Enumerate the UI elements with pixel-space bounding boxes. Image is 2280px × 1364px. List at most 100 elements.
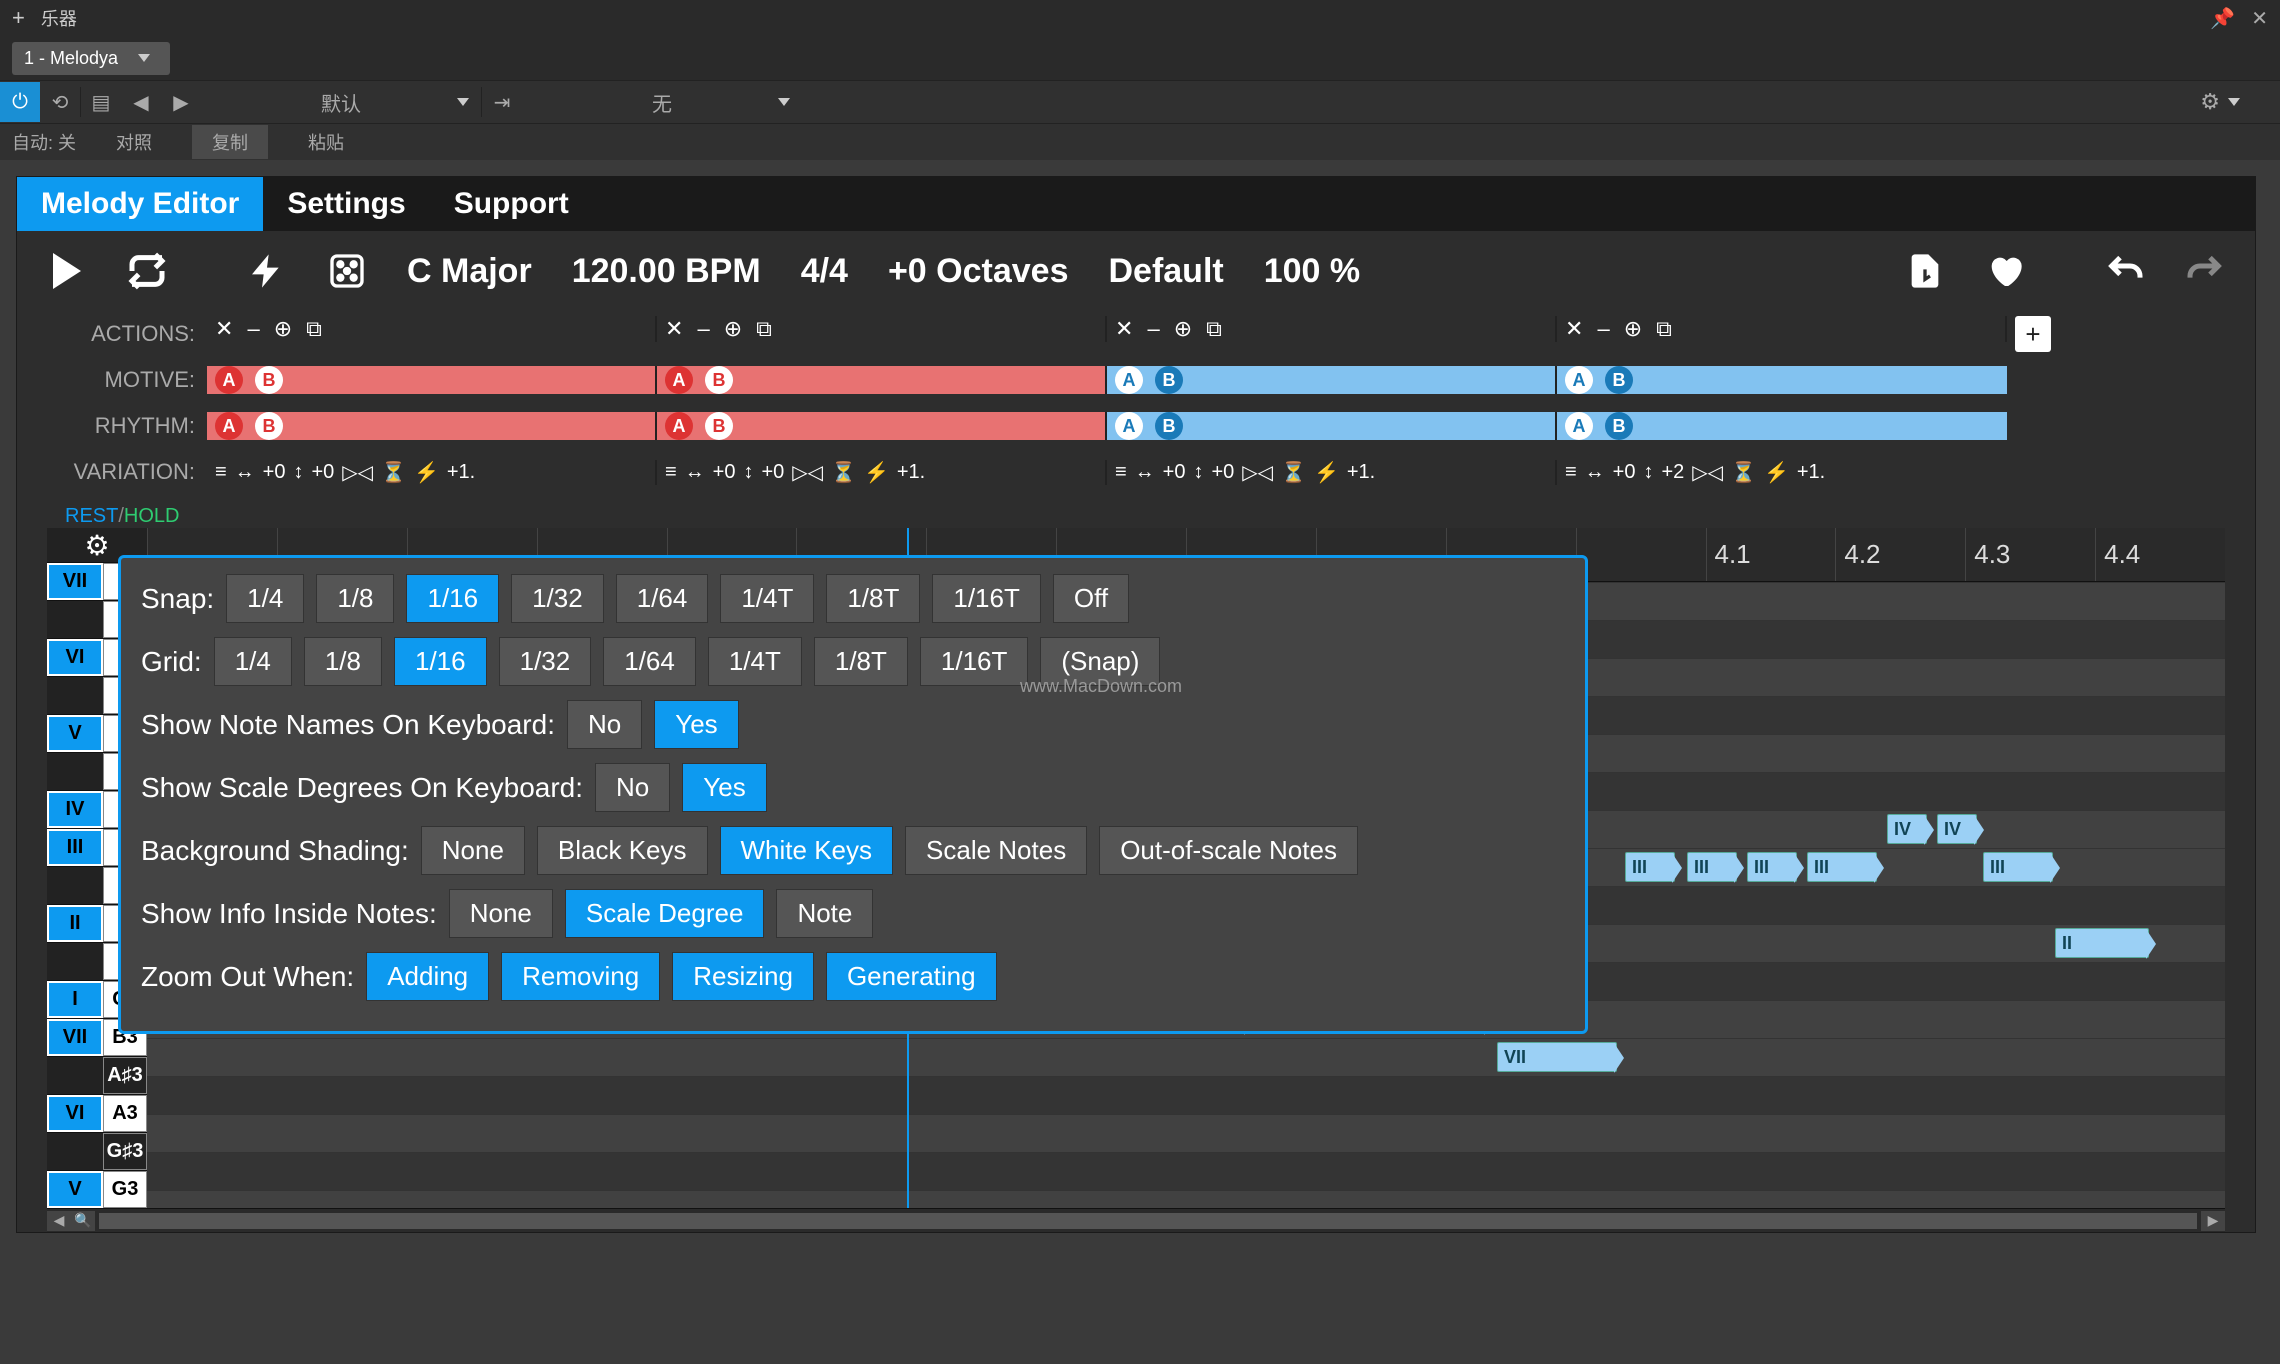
popup-option-off[interactable]: Off <box>1053 574 1129 623</box>
degree-cell[interactable]: VII <box>47 1019 103 1056</box>
note-file-icon[interactable] <box>1905 251 1945 291</box>
popup-option-1-16t[interactable]: 1/16T <box>920 637 1029 686</box>
popup-option-yes[interactable]: Yes <box>654 700 738 749</box>
copy-icon[interactable]: ⧉ <box>306 316 322 342</box>
preset-selector-2[interactable]: 无 <box>522 88 802 117</box>
degree-cell[interactable]: I <box>47 981 103 1018</box>
bolt-icon[interactable] <box>247 251 287 291</box>
degree-cell[interactable]: II <box>47 905 103 942</box>
note[interactable]: IV <box>1937 814 1977 844</box>
grid-row[interactable] <box>147 1114 2225 1152</box>
copy-button[interactable]: 复制 <box>192 125 268 159</box>
degree-cell[interactable]: V <box>47 715 103 752</box>
instrument-selector[interactable]: 1 - Melodya <box>12 42 170 75</box>
motive-block-2[interactable]: AB <box>657 366 1107 394</box>
degree-cell[interactable]: V <box>47 1171 103 1208</box>
grid-row[interactable] <box>147 1190 2225 1208</box>
horizontal-scrollbar[interactable]: ◀ 🔍 ▶ <box>47 1208 2225 1232</box>
heart-icon[interactable] <box>1985 251 2025 291</box>
close-icon[interactable]: ✕ <box>2251 6 2268 31</box>
popup-option-yes[interactable]: Yes <box>682 763 766 812</box>
popup-option-1-4[interactable]: 1/4 <box>214 637 292 686</box>
scroll-left[interactable]: ◀ <box>47 1211 71 1231</box>
popup-option-1-8t[interactable]: 1/8T <box>814 637 908 686</box>
popup-option-1-4t[interactable]: 1/4T <box>708 637 802 686</box>
popup-option-adding[interactable]: Adding <box>366 952 489 1001</box>
popup-option-1-8t[interactable]: 1/8T <box>826 574 920 623</box>
add-icon[interactable]: + <box>12 5 25 31</box>
skip-icon[interactable]: ⇥ <box>482 82 522 122</box>
popup-option-1-16[interactable]: 1/16 <box>406 574 499 623</box>
scroll-right[interactable]: ▶ <box>2201 1211 2225 1231</box>
popup-option-out-of-scale-notes[interactable]: Out-of-scale Notes <box>1099 826 1358 875</box>
preset-selector-1[interactable]: 默认 <box>201 88 481 117</box>
degree-cell[interactable]: III <box>47 829 103 866</box>
note[interactable]: VII <box>1497 1042 1617 1072</box>
key-cell[interactable]: G3 <box>103 1171 147 1208</box>
popup-option-no[interactable]: No <box>567 700 642 749</box>
octave-display[interactable]: +0 Octaves <box>888 252 1069 291</box>
play-button[interactable] <box>47 251 87 291</box>
add-block-button[interactable]: + <box>2015 316 2051 352</box>
auto-toggle[interactable]: 自动: 关 <box>12 129 76 155</box>
popup-option-1-32[interactable]: 1/32 <box>499 637 592 686</box>
page-icon[interactable]: ▤ <box>81 82 121 122</box>
bpm-display[interactable]: 120.00 BPM <box>572 252 761 291</box>
paste-button[interactable]: 粘贴 <box>308 129 344 155</box>
popup-option-none[interactable]: None <box>421 826 525 875</box>
popup-option-1-4t[interactable]: 1/4T <box>720 574 814 623</box>
tab-melody-editor[interactable]: Melody Editor <box>17 177 263 231</box>
undo-button[interactable] <box>2105 251 2145 291</box>
degree-cell[interactable] <box>47 1057 103 1094</box>
grid-row[interactable] <box>147 1152 2225 1190</box>
degree-cell[interactable]: VII <box>47 563 103 600</box>
key-cell[interactable]: A♯3 <box>103 1057 147 1094</box>
popup-option-scale-degree[interactable]: Scale Degree <box>565 889 765 938</box>
popup-option-1-64[interactable]: 1/64 <box>616 574 709 623</box>
power-button[interactable]: ⏻ <box>0 82 40 122</box>
rhythm-block-4[interactable]: AB <box>1557 412 2007 440</box>
rhythm-block-3[interactable]: AB <box>1107 412 1557 440</box>
note[interactable]: III <box>1625 852 1675 882</box>
motive-block-4[interactable]: AB <box>1557 366 2007 394</box>
popup-option-black-keys[interactable]: Black Keys <box>537 826 708 875</box>
compare-button[interactable]: 对照 <box>116 129 152 155</box>
motive-block-1[interactable]: AB <box>207 366 657 394</box>
close-icon[interactable]: ✕ <box>215 316 233 342</box>
key-cell[interactable]: A3 <box>103 1095 147 1132</box>
loop-button[interactable] <box>127 251 167 291</box>
popup-option-white-keys[interactable]: White Keys <box>720 826 894 875</box>
degree-cell[interactable] <box>47 1133 103 1170</box>
degree-cell[interactable]: VI <box>47 1095 103 1132</box>
popup-option-1-16[interactable]: 1/16 <box>394 637 487 686</box>
popup-option-1-4[interactable]: 1/4 <box>226 574 304 623</box>
note[interactable]: IV <box>1887 814 1927 844</box>
timesig-display[interactable]: 4/4 <box>801 252 848 291</box>
popup-option-1-8[interactable]: 1/8 <box>304 637 382 686</box>
note[interactable]: III <box>1983 852 2053 882</box>
popup-option-scale-notes[interactable]: Scale Notes <box>905 826 1087 875</box>
zoom-display[interactable]: 100 % <box>1264 252 1360 291</box>
popup-option-resizing[interactable]: Resizing <box>672 952 814 1001</box>
redo-button[interactable] <box>2185 251 2225 291</box>
popup-option-removing[interactable]: Removing <box>501 952 660 1001</box>
popup-option-1-16t[interactable]: 1/16T <box>932 574 1041 623</box>
search-icon[interactable]: 🔍 <box>71 1211 95 1231</box>
preset-next[interactable]: ▶ <box>161 82 201 122</box>
note[interactable]: III <box>1747 852 1797 882</box>
popup-option-none[interactable]: None <box>449 889 553 938</box>
tab-support[interactable]: Support <box>430 177 593 231</box>
pin-icon[interactable]: 📌 <box>2210 6 2235 31</box>
grid-row[interactable] <box>147 1076 2225 1114</box>
degree-cell[interactable] <box>47 753 103 790</box>
degree-cell[interactable] <box>47 867 103 904</box>
preset-display[interactable]: Default <box>1108 252 1223 291</box>
preset-prev[interactable]: ◀ <box>121 82 161 122</box>
bypass-button[interactable]: ⟲ <box>40 82 80 122</box>
rhythm-block-1[interactable]: AB <box>207 412 657 440</box>
popup-option-1-32[interactable]: 1/32 <box>511 574 604 623</box>
tab-settings[interactable]: Settings <box>263 177 429 231</box>
chevron-down-icon[interactable] <box>2228 98 2240 106</box>
degree-cell[interactable] <box>47 943 103 980</box>
degree-cell[interactable]: IV <box>47 791 103 828</box>
